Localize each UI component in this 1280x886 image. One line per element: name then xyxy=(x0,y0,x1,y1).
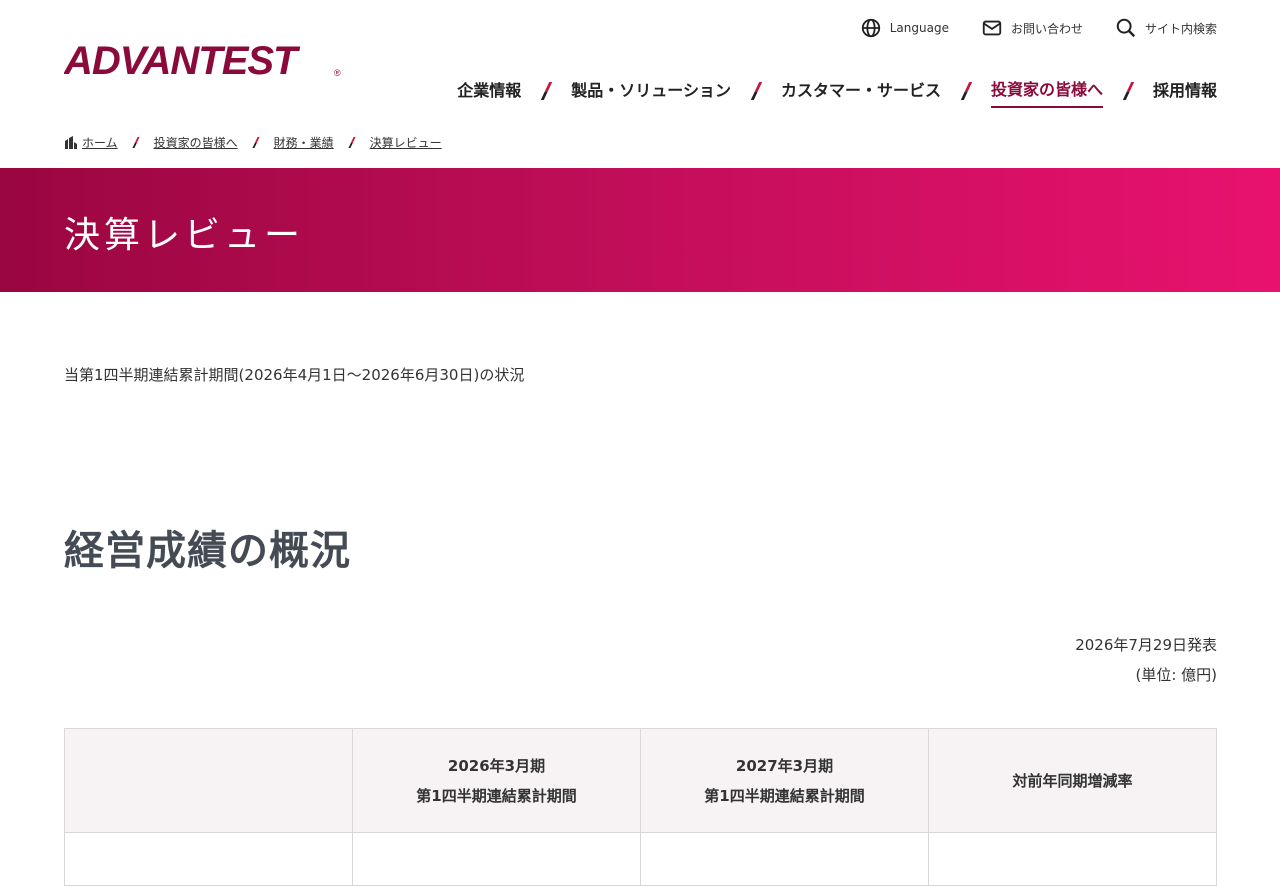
page-title: 決算レビュー xyxy=(64,215,305,256)
table-header-row: 2026年3月期 第1四半期連結累計期間 2027年3月期 第1四半期連結累計期… xyxy=(64,728,1217,833)
home-icon xyxy=(65,135,77,149)
announcement-info: 2026年7月29日発表 (単位: 億円) xyxy=(1075,630,1217,690)
nav-customer-service[interactable]: カスタマー・サービス xyxy=(781,74,941,107)
contact-label: お問い合わせ xyxy=(1010,21,1083,36)
announcement-date: 2026年7月29日発表 xyxy=(1075,636,1217,654)
utility-nav: Language お問い合わせ サイト内検索 xyxy=(860,16,1217,40)
globe-icon xyxy=(861,18,880,38)
unit-note: (単位: 億円) xyxy=(1135,666,1217,684)
advantest-logo[interactable]: ADVANTEST ® xyxy=(64,40,344,80)
table-cell xyxy=(640,832,929,886)
breadcrumb-investors[interactable]: 投資家の皆様へ xyxy=(154,134,238,151)
header-period: 第1四半期連結累計期間 xyxy=(416,786,577,805)
table-cell xyxy=(64,832,353,886)
nav-separator xyxy=(959,82,973,100)
nav-careers[interactable]: 採用情報 xyxy=(1153,74,1217,107)
nav-company[interactable]: 企業情報 xyxy=(457,74,521,107)
breadcrumb: ホーム 投資家の皆様へ 財務・業績 決算レビュー xyxy=(64,134,442,151)
table-header-current-period: 2027年3月期 第1四半期連結累計期間 xyxy=(640,728,929,833)
table-header-yoy-change: 対前年同期増減率 xyxy=(928,728,1217,833)
header-yoy-label: 対前年同期増減率 xyxy=(1012,771,1133,790)
table-cell xyxy=(928,832,1217,886)
nav-investors[interactable]: 投資家の皆様へ xyxy=(990,73,1103,108)
language-link[interactable]: Language xyxy=(860,16,949,40)
section-title: 経営成績の概況 xyxy=(64,528,351,574)
header-period: 第1四半期連結累計期間 xyxy=(704,786,865,805)
site-search-label: サイト内検索 xyxy=(1144,21,1217,36)
svg-text:®: ® xyxy=(334,68,341,78)
table-cell xyxy=(352,832,641,886)
mail-icon xyxy=(982,20,1002,36)
nav-separator xyxy=(539,82,553,100)
breadcrumb-current[interactable]: 決算レビュー xyxy=(370,134,442,151)
logo-wordmark: ADVANTEST xyxy=(64,40,301,80)
table-header-empty xyxy=(64,728,353,833)
language-label: Language xyxy=(889,21,949,35)
global-nav: 企業情報 製品・ソリューション カスタマー・サービス 投資家の皆様へ 採用情報 xyxy=(457,73,1217,108)
breadcrumb-separator xyxy=(251,137,261,149)
period-description: 当第1四半期連結累計期間(2026年4月1日～2026年6月30日)の状況 xyxy=(64,366,525,384)
table-header-prev-period: 2026年3月期 第1四半期連結累計期間 xyxy=(352,728,641,833)
search-icon xyxy=(1116,18,1136,38)
page-banner: 決算レビュー xyxy=(0,168,1280,292)
nav-products[interactable]: 製品・ソリューション xyxy=(571,74,731,107)
nav-separator xyxy=(749,82,763,100)
nav-separator xyxy=(1121,82,1135,100)
breadcrumb-financials[interactable]: 財務・業績 xyxy=(274,134,334,151)
header-fiscal-year: 2026年3月期 xyxy=(447,756,546,775)
table-row xyxy=(64,832,1217,886)
results-table: 2026年3月期 第1四半期連結累計期間 2027年3月期 第1四半期連結累計期… xyxy=(64,728,1217,886)
header-fiscal-year: 2027年3月期 xyxy=(735,756,834,775)
site-header: ADVANTEST ® Language お問い合わせ サイト内検索 企業情報 … xyxy=(0,0,1280,168)
contact-link[interactable]: お問い合わせ xyxy=(981,16,1083,40)
site-search-link[interactable]: サイト内検索 xyxy=(1115,16,1217,40)
breadcrumb-separator xyxy=(347,137,357,149)
breadcrumb-home[interactable]: ホーム xyxy=(82,134,118,151)
breadcrumb-separator xyxy=(131,137,141,149)
